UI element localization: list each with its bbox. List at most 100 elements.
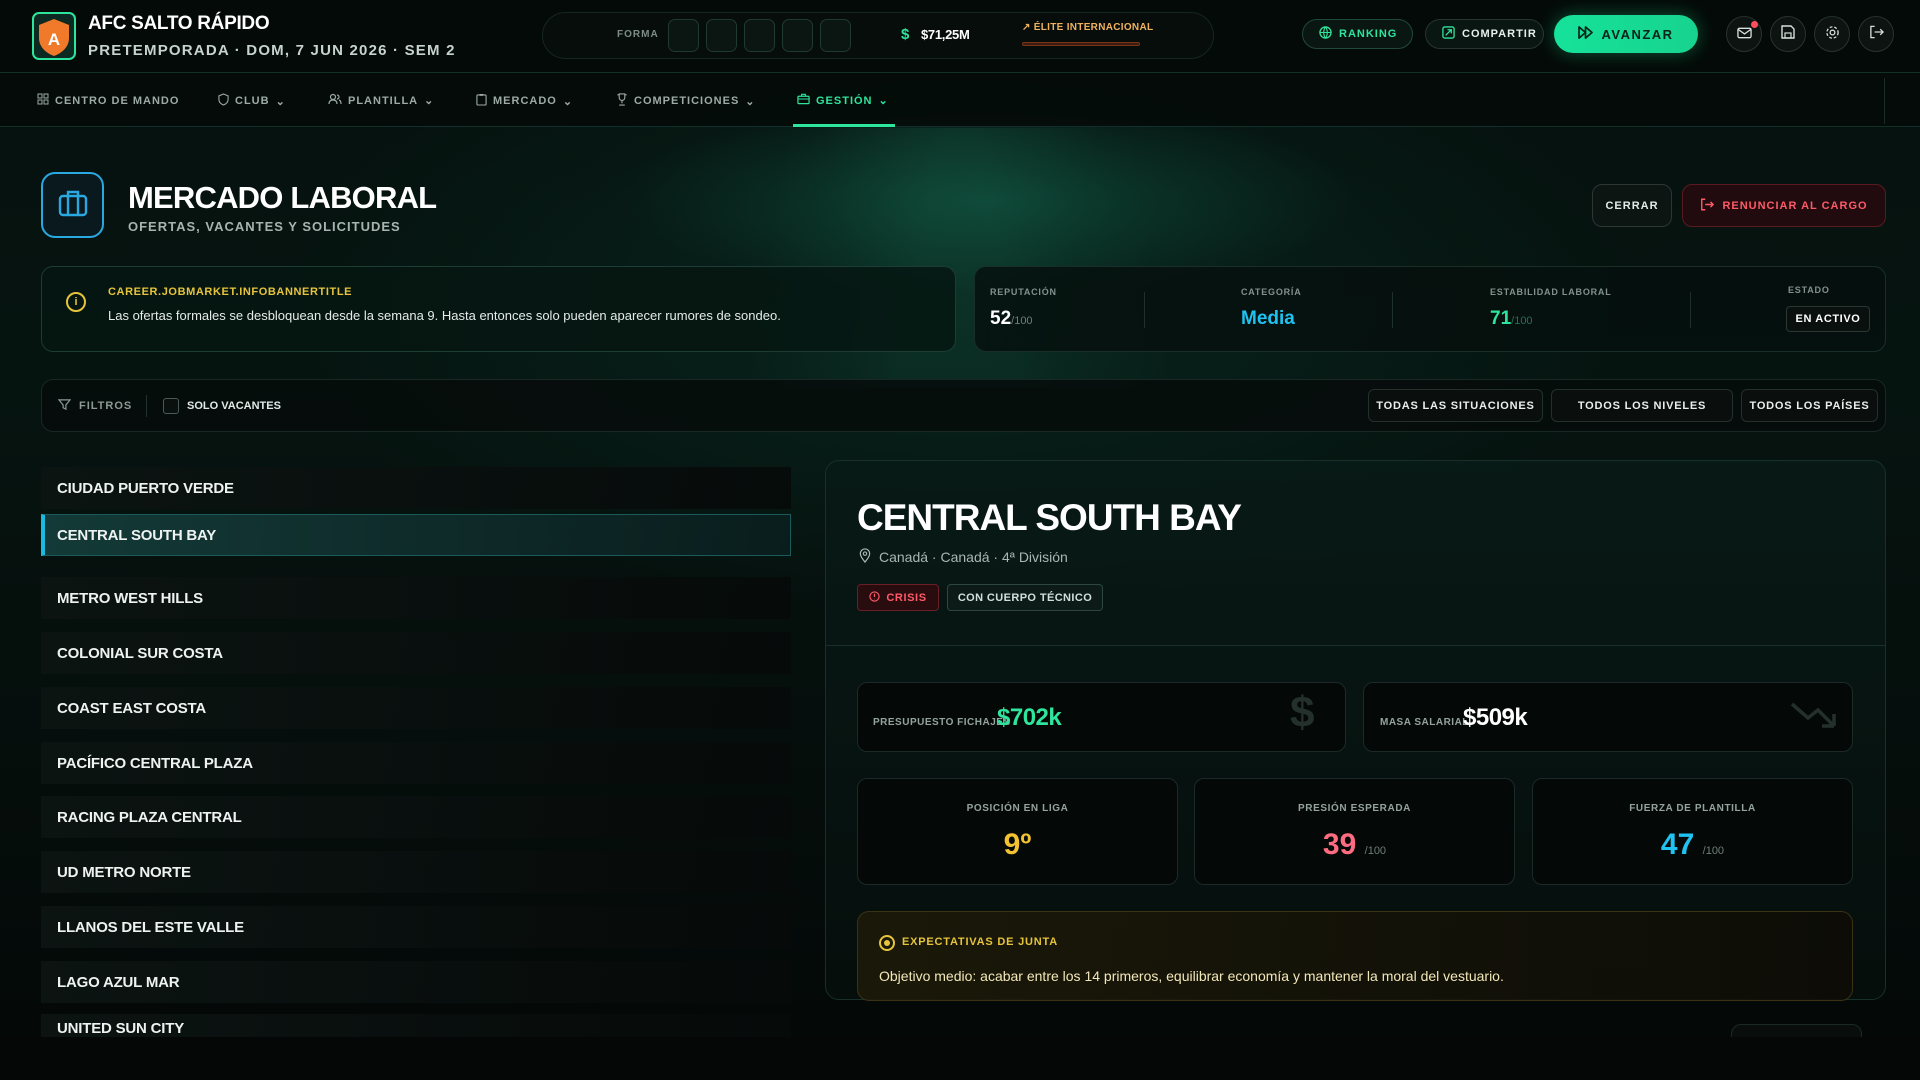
pressure-card: PRESIÓN ESPERADA 39 /100 — [1194, 778, 1515, 885]
club-list-item-selected[interactable]: CENTRAL SOUTH BAY — [41, 514, 791, 556]
vacancies-only-checkbox[interactable] — [163, 398, 179, 414]
nav-label: COMPETICIONES — [634, 95, 740, 107]
club-list-item[interactable]: UD METRO NORTE — [41, 851, 791, 893]
share-icon — [1442, 26, 1455, 42]
nav-item-competitions[interactable]: COMPETICIONES ⌄ — [616, 93, 756, 109]
briefcase-icon — [797, 93, 810, 108]
nav-item-market[interactable]: MERCADO ⌄ — [476, 93, 573, 109]
nav-label: CLUB — [235, 95, 270, 107]
club-list-item[interactable]: METRO WEST HILLS — [41, 577, 791, 619]
target-icon — [879, 935, 895, 951]
crisis-label: CRISIS — [886, 591, 927, 604]
resign-button[interactable]: RENUNCIAR AL CARGO — [1682, 184, 1886, 227]
trend-up-icon: ↗ — [1022, 22, 1031, 33]
pressure-label: PRESIÓN ESPERADA — [1298, 803, 1411, 814]
situation-filter[interactable]: TODAS LAS SITUACIONES — [1368, 389, 1543, 422]
chevron-down-icon: ⌄ — [275, 95, 286, 108]
pressure-value: 39 /100 — [1322, 828, 1387, 861]
map-pin-icon — [859, 548, 871, 566]
mail-icon — [1736, 26, 1752, 43]
club-list-item[interactable]: COLONIAL SUR COSTA — [41, 632, 791, 674]
detail-divider — [826, 645, 1885, 646]
close-button[interactable]: CERRAR — [1592, 184, 1672, 227]
club-list-item[interactable]: PACÍFICO CENTRAL PLAZA — [41, 742, 791, 784]
page-title: MERCADO LABORAL — [128, 180, 437, 215]
club-logo[interactable]: A — [32, 12, 76, 60]
nav-bar — [0, 73, 1920, 127]
trophy-icon — [616, 93, 628, 109]
shield-icon — [218, 93, 229, 109]
club-list-item[interactable]: LAGO AZUL MAR — [41, 961, 791, 1003]
filter-divider — [146, 395, 147, 417]
ranking-button[interactable]: RANKING — [1302, 19, 1413, 49]
chevron-down-icon: ⌄ — [562, 95, 574, 108]
career-stats-panel — [974, 266, 1886, 352]
active-tab-indicator — [793, 124, 895, 127]
notification-dot — [1751, 21, 1758, 28]
level-filter[interactable]: TODOS LOS NIVELES — [1551, 389, 1733, 422]
club-money: $71,25M — [921, 27, 970, 42]
fast-forward-icon — [1578, 26, 1594, 42]
state-badge: EN ACTIVO — [1786, 306, 1870, 332]
grid-icon — [37, 93, 49, 108]
reputation-label: REPUTACIÓN — [990, 287, 1057, 297]
info-banner-text: Las ofertas formales se desbloquean desd… — [108, 308, 781, 323]
nav-item-club[interactable]: CLUB ⌄ — [218, 93, 286, 109]
exit-icon — [1700, 198, 1715, 214]
club-list-item[interactable]: RACING PLAZA CENTRAL — [41, 796, 791, 838]
club-list-item[interactable]: UNITED SUN CITY — [41, 1014, 791, 1037]
squad-strength-label: FUERZA DE PLANTILLA — [1629, 803, 1756, 814]
wages-label: MASA SALARIAL — [1380, 717, 1469, 728]
users-icon — [328, 93, 342, 108]
nav-item-squad[interactable]: PLANTILLA ⌄ — [328, 93, 434, 108]
nav-label: MERCADO — [493, 95, 557, 107]
location-text: Canadá · Canadá · 4ª División — [879, 549, 1068, 565]
nav-label: PLANTILLA — [348, 94, 419, 107]
filters-label: FILTROS — [57, 398, 133, 414]
form-label: FORMA — [617, 29, 659, 40]
nav-item-management[interactable]: GESTIÓN ⌄ — [797, 93, 889, 108]
category-value: Media — [1241, 308, 1295, 329]
wages-value: $509k — [1463, 704, 1528, 731]
save-button[interactable] — [1770, 16, 1806, 52]
gear-icon — [1825, 25, 1840, 44]
clipboard-icon — [476, 93, 487, 109]
club-list-item[interactable]: COAST EAST COSTA — [41, 687, 791, 729]
nav-divider — [1884, 78, 1885, 124]
reputation-value: 52/100 — [990, 308, 1033, 329]
board-expectations-title: EXPECTATIVAS DE JUNTA — [902, 936, 1058, 948]
vacancies-only-label[interactable]: SOLO VACANTES — [187, 400, 281, 412]
alert-icon — [869, 590, 881, 605]
squad-strength-value: 47 /100 — [1660, 828, 1725, 861]
logout-button[interactable] — [1858, 16, 1894, 52]
country-filter[interactable]: TODOS LOS PAÍSES — [1741, 389, 1878, 422]
chevron-down-icon: ⌄ — [424, 95, 435, 107]
page-icon — [41, 172, 104, 238]
club-list-item[interactable]: LLANOS DEL ESTE VALLE — [41, 906, 791, 948]
season-date: PRETEMPORADA · DOM, 7 JUN 2026 · SEM 2 — [88, 42, 456, 59]
stat-divider — [1144, 292, 1145, 328]
league-position-card: POSICIÓN EN LIGA 9º — [857, 778, 1178, 885]
budget-label: PRESUPUESTO FICHAJES — [873, 717, 1011, 728]
chevron-down-icon: ⌄ — [878, 95, 889, 107]
detail-location: Canadá · Canadá · 4ª División — [859, 548, 1068, 566]
staff-tag: CON CUERPO TÉCNICO — [947, 584, 1103, 611]
nav-item-command-center[interactable]: CENTRO DE MANDO — [37, 93, 179, 108]
budget-value: $702k — [997, 704, 1062, 731]
chevron-down-icon: ⌄ — [745, 95, 756, 108]
squad-strength-card: FUERZA DE PLANTILLA 47 /100 — [1532, 778, 1853, 885]
advance-button[interactable]: AVANZAR — [1554, 15, 1698, 53]
form-box-2 — [706, 19, 737, 52]
form-box-4 — [782, 19, 813, 52]
club-list-item[interactable]: CIUDAD PUERTO VERDE — [41, 467, 791, 509]
info-banner-title: CAREER.JOBMARKET.INFOBANNERTITLE — [108, 286, 353, 298]
logout-icon — [1869, 25, 1884, 43]
save-icon — [1781, 25, 1795, 43]
filters-text: FILTROS — [79, 400, 133, 412]
league-position-label: POSICIÓN EN LIGA — [966, 803, 1069, 814]
form-box-1 — [668, 19, 699, 52]
nav-label: GESTIÓN — [816, 94, 873, 107]
stat-divider — [1690, 292, 1691, 328]
share-button[interactable]: COMPARTIR — [1425, 19, 1544, 49]
settings-button[interactable] — [1814, 16, 1850, 52]
